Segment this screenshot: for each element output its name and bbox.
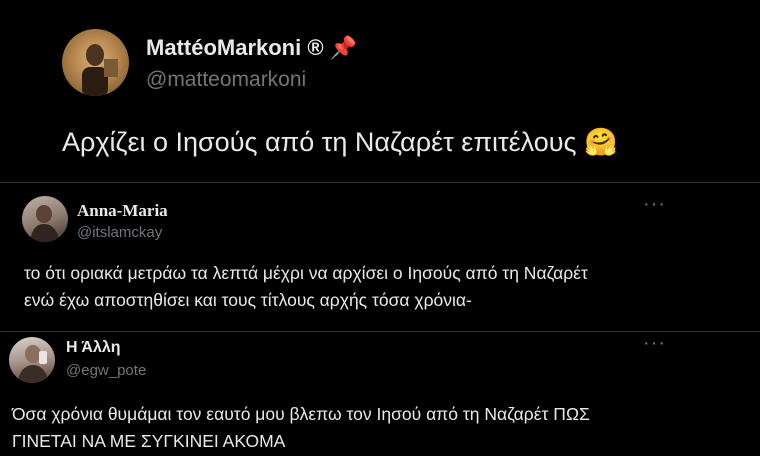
main-author-handle[interactable]: @matteomarkoni (146, 68, 306, 92)
avatar-person-icon (17, 345, 49, 383)
main-avatar[interactable] (62, 29, 129, 96)
hugging-face-icon: 🤗 (584, 127, 618, 157)
reply-text-line: το ότι οριακά μετράω τα λεπτά μέχρι να α… (24, 263, 588, 283)
main-tweet: MattéoMarkoni ® 📌 @matteomarkoni Αρχίζει… (0, 0, 760, 180)
author-name-text: MattéoMarkoni ® (146, 35, 324, 60)
reply-author-handle[interactable]: @egw_pote (66, 362, 146, 379)
reply-avatar[interactable] (9, 337, 55, 383)
reply-author-name[interactable]: Anna-Maria (77, 201, 168, 221)
reply-author-name[interactable]: Η Άλλη (66, 339, 121, 357)
reply-avatar[interactable] (22, 196, 68, 242)
main-author-name[interactable]: MattéoMarkoni ® 📌 (146, 35, 357, 61)
reply-text-line: ΓΙΝΕΤΑΙ ΝΑ ΜΕ ΣΥΓΚΙΝΕΙ ΑΚΟΜΑ (12, 431, 286, 451)
main-tweet-text: Αρχίζει ο Ιησούς από τη Ναζαρέτ επιτέλου… (62, 126, 618, 158)
main-text: Αρχίζει ο Ιησούς από τη Ναζαρέτ επιτέλου… (62, 127, 577, 157)
reply-tweet: Anna-Maria @itslamckay ··· το ότι οριακά… (0, 183, 760, 331)
reply-tweet: Η Άλλη @egw_pote ··· Όσα χρόνια θυμάμαι … (0, 332, 760, 456)
avatar-person-icon (30, 205, 60, 242)
reply-author-handle[interactable]: @itslamckay (77, 224, 162, 241)
reply-text-line: ενώ έχω αποστηθίσει και τους τίτλους αρχ… (24, 290, 472, 310)
reply-text-line: Όσα χρόνια θυμάμαι τον εαυτό μου βλεπω τ… (12, 404, 590, 424)
more-options-icon[interactable]: ··· (643, 332, 666, 355)
pin-icon: 📌 (329, 35, 358, 60)
more-options-icon[interactable]: ··· (643, 193, 666, 216)
avatar-portrait-icon (82, 44, 118, 96)
